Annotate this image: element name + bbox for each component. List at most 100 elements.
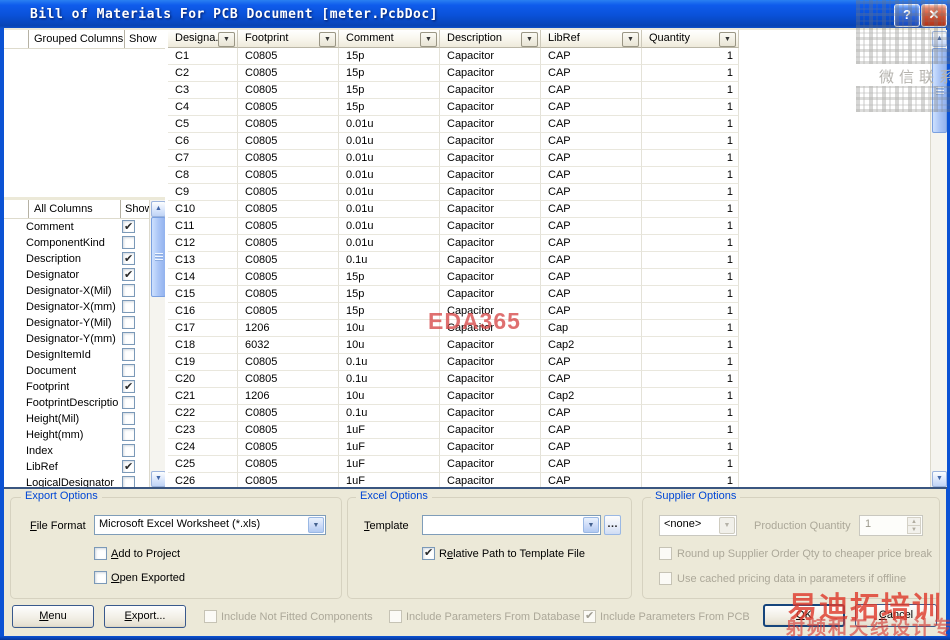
scrollbar-thumb[interactable] [932, 48, 947, 133]
column-filter-button[interactable]: ▼ [319, 32, 336, 47]
open-exported-checkbox[interactable] [94, 571, 107, 584]
show-checkbox[interactable] [122, 428, 135, 441]
table-cell: C22 [168, 405, 238, 422]
relative-path-label[interactable]: Relative Path to Template File [439, 548, 585, 560]
close-button[interactable]: ✕ [921, 4, 947, 27]
column-list-item[interactable]: Height(mm) [4, 427, 165, 443]
table-row[interactable]: C3 C0805 15p Capacitor CAP 1 [168, 82, 930, 99]
show-checkbox[interactable] [122, 364, 135, 377]
table-row[interactable]: C18 6032 10u Capacitor Cap2 1 [168, 337, 930, 354]
table-row[interactable]: C23 C0805 1uF Capacitor CAP 1 [168, 422, 930, 439]
show-checkbox[interactable] [122, 316, 135, 329]
all-columns-scrollbar[interactable]: ▲ ▼ [149, 200, 166, 488]
show-checkbox[interactable] [122, 459, 135, 475]
chevron-down-icon[interactable]: ▼ [308, 517, 324, 533]
table-row[interactable]: C22 C0805 0.1u Capacitor CAP 1 [168, 405, 930, 422]
table-row[interactable]: C16 C0805 15p Capacitor CAP 1 [168, 303, 930, 320]
column-filter-button[interactable]: ▼ [218, 32, 235, 47]
column-header-comment[interactable]: Comment ▼ [339, 30, 440, 48]
table-row[interactable]: C25 C0805 1uF Capacitor CAP 1 [168, 456, 930, 473]
scroll-down-icon[interactable]: ▼ [932, 471, 947, 487]
column-list-item[interactable]: Comment [4, 219, 165, 235]
column-header-libref[interactable]: LibRef ▼ [541, 30, 642, 48]
show-checkbox[interactable] [122, 267, 135, 283]
table-row[interactable]: C19 C0805 0.1u Capacitor CAP 1 [168, 354, 930, 371]
add-to-project-checkbox[interactable] [94, 547, 107, 560]
show-checkbox[interactable] [122, 300, 135, 313]
column-filter-button[interactable]: ▼ [521, 32, 538, 47]
column-header-description[interactable]: Description ▼ [440, 30, 541, 48]
column-list-item[interactable]: Document [4, 363, 165, 379]
column-list-item[interactable]: LibRef [4, 459, 165, 475]
scroll-up-icon[interactable]: ▲ [151, 201, 166, 217]
column-header-footprint[interactable]: Footprint ▼ [238, 30, 339, 48]
title-bar[interactable]: Bill of Materials For PCB Document [mete… [0, 0, 950, 28]
template-browse-button[interactable]: … [604, 515, 621, 535]
column-list-item[interactable]: Height(Mil) [4, 411, 165, 427]
chevron-down-icon[interactable]: ▼ [583, 517, 599, 533]
table-row[interactable]: C21 1206 10u Capacitor Cap2 1 [168, 388, 930, 405]
scrollbar-thumb[interactable] [151, 217, 166, 297]
supplier-combo[interactable]: <none> ▼ [659, 515, 737, 536]
column-list-item[interactable]: Designator-Y(Mil) [4, 315, 165, 331]
table-row[interactable]: C9 C0805 0.01u Capacitor CAP 1 [168, 184, 930, 201]
template-combo[interactable]: ▼ [422, 515, 601, 535]
help-button[interactable]: ? [894, 4, 920, 27]
show-checkbox[interactable] [122, 444, 135, 457]
column-list-item[interactable]: Footprint [4, 379, 165, 395]
table-row[interactable]: C12 C0805 0.01u Capacitor CAP 1 [168, 235, 930, 252]
file-format-combo[interactable]: Microsoft Excel Worksheet (*.xls) ▼ [94, 515, 326, 535]
show-checkbox[interactable] [122, 332, 135, 345]
column-header-designa[interactable]: Designa... ▼ [168, 30, 238, 48]
table-row[interactable]: C1 C0805 15p Capacitor CAP 1 [168, 48, 930, 65]
column-list-item[interactable]: FootprintDescriptio [4, 395, 165, 411]
table-row[interactable]: C24 C0805 1uF Capacitor CAP 1 [168, 439, 930, 456]
table-row[interactable]: C4 C0805 15p Capacitor CAP 1 [168, 99, 930, 116]
table-row[interactable]: C15 C0805 15p Capacitor CAP 1 [168, 286, 930, 303]
show-checkbox[interactable] [122, 284, 135, 297]
table-row[interactable]: C7 C0805 0.01u Capacitor CAP 1 [168, 150, 930, 167]
table-row[interactable]: C10 C0805 0.01u Capacitor CAP 1 [168, 201, 930, 218]
show-checkbox[interactable] [122, 251, 135, 267]
column-filter-button[interactable]: ▼ [719, 32, 736, 47]
table-row[interactable]: C5 C0805 0.01u Capacitor CAP 1 [168, 116, 930, 133]
column-list-item[interactable]: Index [4, 443, 165, 459]
column-filter-button[interactable]: ▼ [622, 32, 639, 47]
table-row[interactable]: C13 C0805 0.1u Capacitor CAP 1 [168, 252, 930, 269]
table-row[interactable]: C8 C0805 0.01u Capacitor CAP 1 [168, 167, 930, 184]
table-row[interactable]: C17 1206 10u Capacitor Cap 1 [168, 320, 930, 337]
table-scrollbar[interactable]: ▲ ▼ [930, 30, 947, 488]
relative-path-checkbox[interactable] [422, 546, 435, 560]
column-list-item[interactable]: Designator [4, 267, 165, 283]
column-list-item[interactable]: Designator-Y(mm) [4, 331, 165, 347]
show-checkbox[interactable] [122, 348, 135, 361]
ok-button[interactable]: OK [763, 604, 845, 627]
export-button[interactable]: Export... [104, 605, 186, 628]
table-cell: C19 [168, 354, 238, 371]
scroll-up-icon[interactable]: ▲ [932, 31, 947, 47]
column-list-item[interactable]: Designator-X(Mil) [4, 283, 165, 299]
open-exported-label[interactable]: Open Exported [111, 572, 185, 584]
menu-button[interactable]: Menu [12, 605, 94, 628]
show-checkbox[interactable] [122, 396, 135, 409]
table-row[interactable]: C26 C0805 1uF Capacitor CAP 1 [168, 473, 930, 488]
cancel-button[interactable]: Cancel [855, 604, 937, 627]
column-list-item[interactable]: Description [4, 251, 165, 267]
show-checkbox[interactable] [122, 219, 135, 235]
column-list-item[interactable]: ComponentKind [4, 235, 165, 251]
table-row[interactable]: C20 C0805 0.1u Capacitor CAP 1 [168, 371, 930, 388]
show-checkbox[interactable] [122, 379, 135, 395]
show-checkbox[interactable] [122, 236, 135, 249]
show-checkbox[interactable] [122, 412, 135, 425]
scroll-down-icon[interactable]: ▼ [151, 471, 166, 487]
table-row[interactable]: C14 C0805 15p Capacitor CAP 1 [168, 269, 930, 286]
table-cell: Capacitor [440, 473, 541, 488]
column-list-item[interactable]: DesignItemId [4, 347, 165, 363]
table-row[interactable]: C6 C0805 0.01u Capacitor CAP 1 [168, 133, 930, 150]
column-filter-button[interactable]: ▼ [420, 32, 437, 47]
table-row[interactable]: C11 C0805 0.01u Capacitor CAP 1 [168, 218, 930, 235]
add-to-project-label[interactable]: Add to Project [111, 548, 180, 560]
column-header-quantity[interactable]: Quantity ▼ [642, 30, 739, 48]
table-row[interactable]: C2 C0805 15p Capacitor CAP 1 [168, 65, 930, 82]
column-list-item[interactable]: Designator-X(mm) [4, 299, 165, 315]
